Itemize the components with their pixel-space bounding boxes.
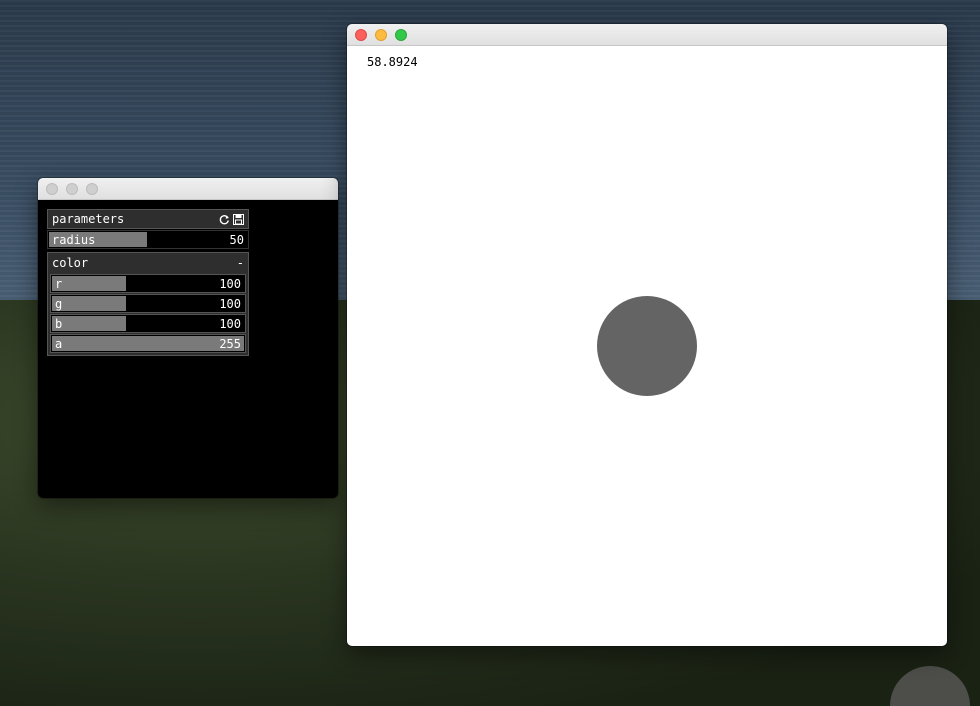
circle-shape [597,296,697,396]
radius-slider[interactable]: radius 50 [47,230,249,249]
r-label: r [55,277,63,291]
g-slider[interactable]: g 100 [50,294,246,313]
color-group: color - r 100 g 100 b 100 a 255 [47,252,249,356]
radius-value: 50 [229,233,244,247]
r-slider[interactable]: r 100 [50,274,246,293]
g-label: g [55,297,63,311]
close-button[interactable] [46,183,58,195]
render-window: 58.8924 [347,24,947,646]
radius-label: radius [52,233,96,247]
minimize-button[interactable] [66,183,78,195]
collapse-toggle[interactable]: - [237,256,244,270]
r-slider-fill [52,276,127,291]
minimize-button[interactable] [375,29,387,41]
r-value: 100 [219,277,241,291]
g-slider-fill [52,296,127,311]
b-label: b [55,317,63,331]
render-canvas[interactable]: 58.8924 [347,46,947,646]
color-group-label: color [52,256,89,270]
color-group-header[interactable]: color - [50,253,246,273]
panel-window: parameters radius 50 color - r 100 g 100… [38,178,338,498]
close-button[interactable] [355,29,367,41]
panel-content: parameters radius 50 color - r 100 g 100… [38,200,338,498]
a-value: 255 [219,337,241,351]
panel-titlebar[interactable] [38,178,338,200]
reload-icon[interactable] [219,214,230,225]
fps-readout: 58.8924 [367,55,418,69]
b-value: 100 [219,317,241,331]
b-slider-fill [52,316,127,331]
a-slider-fill [52,336,244,351]
gui-header[interactable]: parameters [47,209,249,229]
b-slider[interactable]: b 100 [50,314,246,333]
gui-title: parameters [52,212,125,226]
a-label: a [55,337,63,351]
gui-panel: parameters radius 50 color - r 100 g 100… [47,209,249,356]
a-slider[interactable]: a 255 [50,334,246,353]
render-titlebar[interactable] [347,24,947,46]
g-value: 100 [219,297,241,311]
maximize-button[interactable] [86,183,98,195]
maximize-button[interactable] [395,29,407,41]
save-icon[interactable] [233,213,244,225]
